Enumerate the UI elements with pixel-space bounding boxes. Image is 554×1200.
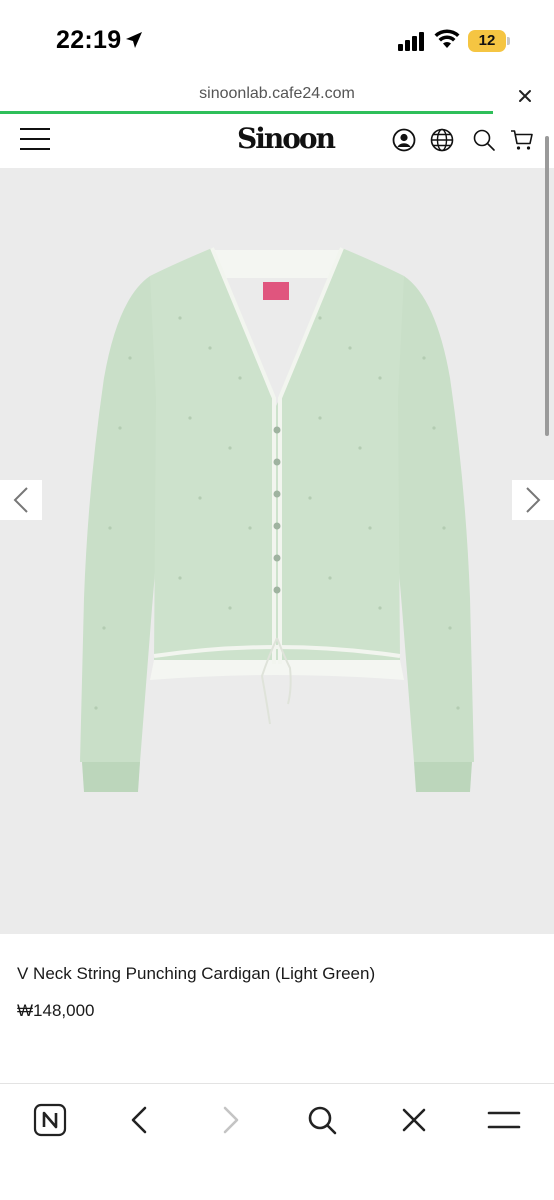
battery-indicator: 12: [468, 30, 506, 52]
close-icon[interactable]: [514, 85, 536, 107]
page-scrollbar[interactable]: [545, 136, 549, 436]
hamburger-menu-icon[interactable]: [20, 126, 50, 152]
chevron-left-icon: [13, 487, 28, 513]
url-text[interactable]: sinoonlab.cafe24.com: [0, 85, 554, 103]
wifi-icon: [434, 29, 460, 48]
product-title[interactable]: V Neck String Punching Cardigan (Light G…: [17, 964, 375, 984]
menu-icon[interactable]: [486, 1102, 522, 1138]
globe-icon[interactable]: [430, 128, 454, 152]
browser-url-bar[interactable]: sinoonlab.cafe24.com: [0, 78, 554, 114]
cellular-signal-icon: [398, 32, 424, 51]
naver-home-icon[interactable]: [32, 1102, 68, 1138]
shopping-cart-icon[interactable]: [510, 128, 534, 152]
cardigan-product-photo[interactable]: [0, 168, 554, 934]
forward-arrow-icon[interactable]: [212, 1102, 248, 1138]
site-header: Sinoon: [0, 114, 554, 168]
product-price: ₩148,000: [17, 1001, 95, 1020]
previous-image-button[interactable]: [0, 480, 42, 520]
user-account-icon[interactable]: [392, 128, 416, 152]
close-icon[interactable]: [396, 1102, 432, 1138]
site-logo[interactable]: Sinoon: [237, 122, 336, 155]
next-image-button[interactable]: [512, 480, 554, 520]
cardigan-illustration: [80, 247, 474, 792]
chevron-right-icon: [526, 487, 541, 513]
search-icon[interactable]: [304, 1102, 340, 1138]
back-arrow-icon[interactable]: [122, 1102, 158, 1138]
battery-level: 12: [478, 32, 496, 49]
search-icon[interactable]: [472, 128, 496, 152]
status-bar: 22:19 12: [0, 0, 554, 78]
browser-bottom-toolbar: [0, 1083, 554, 1200]
location-arrow-icon: [126, 32, 142, 48]
status-time: 22:19: [56, 26, 122, 54]
battery-tip: [507, 37, 510, 45]
